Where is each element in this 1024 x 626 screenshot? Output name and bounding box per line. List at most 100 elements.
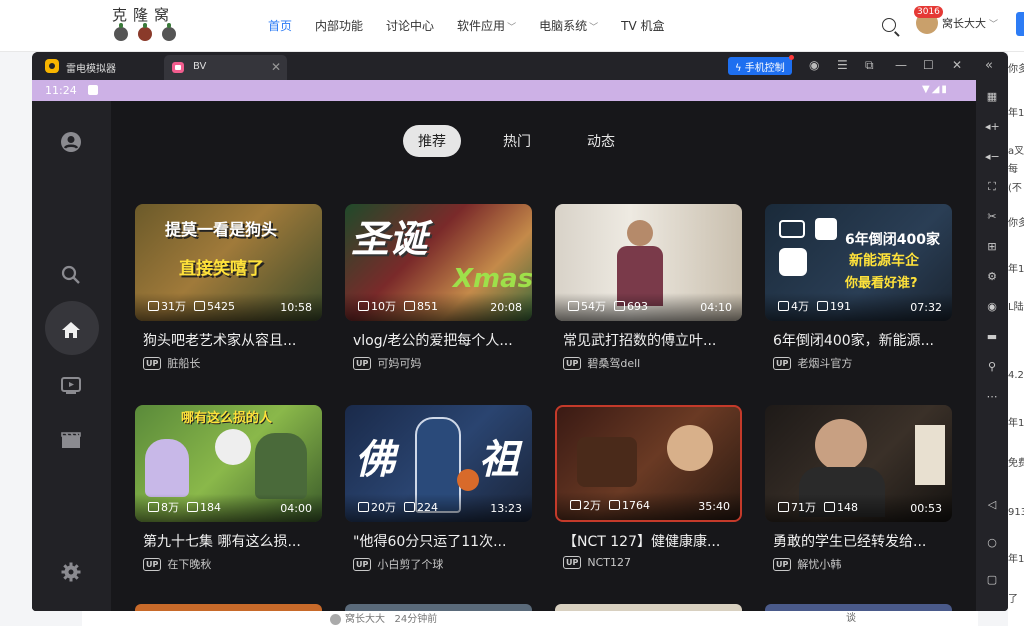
folder-icon[interactable]: ▬ <box>985 330 999 344</box>
uploader-row: UP 碧桑驾dell <box>563 355 640 371</box>
uploader-row: UP 解忧小韩 <box>773 556 841 572</box>
danmaku-icon <box>404 301 415 311</box>
video-duration: 10:58 <box>280 301 312 314</box>
bomb-icon <box>162 23 176 41</box>
video-thumbnail: 71万 148 00:53 <box>765 405 952 522</box>
tab-popular[interactable]: 热门 <box>489 125 545 157</box>
danmaku-icon <box>614 301 625 311</box>
video-duration: 13:23 <box>490 502 522 515</box>
danmaku-icon <box>404 502 415 512</box>
thumbnail-poster <box>915 425 945 485</box>
thumbnail-caption: 新能源车企 <box>849 253 919 269</box>
volume-down-icon[interactable]: ◂− <box>985 150 1000 164</box>
play-count-icon <box>148 301 159 311</box>
view-count: 71万 <box>791 501 816 514</box>
video-card-partial[interactable] <box>135 604 322 611</box>
side-tab[interactable] <box>1016 12 1024 36</box>
profile-icon[interactable] <box>60 131 82 153</box>
thumbnail-scene <box>577 437 637 487</box>
nav-item-internal[interactable]: 内部功能 <box>315 17 363 34</box>
uploader-row: UP 小白剪了个球 <box>353 556 443 572</box>
thumbnail-caption: 提莫一看是狗头 <box>165 220 278 239</box>
car-brand-logo-icon <box>779 220 805 238</box>
record-icon[interactable]: ◉ <box>985 300 999 314</box>
recent-apps-icon[interactable]: ▢ <box>985 573 999 587</box>
account-icon[interactable]: ◉ <box>809 58 819 72</box>
video-card-partial[interactable] <box>765 604 952 611</box>
screen-rotate-icon[interactable]: ⧉ <box>865 58 874 73</box>
car-brand-logo-icon <box>815 218 837 240</box>
home-icon[interactable] <box>60 319 82 341</box>
uploader-name: 脏船长 <box>167 357 201 370</box>
search-icon[interactable] <box>60 264 82 286</box>
logo-text: 克隆窝 <box>112 6 176 24</box>
phone-control-label: 手机控制 <box>744 63 785 74</box>
video-card[interactable]: 圣诞 Xmas 10万 851 20:08 vlog/老公的爱把每个人... UP… <box>345 204 532 379</box>
fragment-text: 4.2 <box>1008 370 1024 381</box>
view-count: 31万 <box>161 300 186 313</box>
video-stats: 71万 148 <box>778 499 858 515</box>
more-icon[interactable]: ⋯ <box>985 390 999 404</box>
search-icon[interactable] <box>882 18 896 32</box>
fragment-text: 每 <box>1008 164 1018 175</box>
site-logo[interactable]: 克隆窝 <box>112 4 192 41</box>
video-title: 狗头吧老艺术家从容且... <box>143 333 297 349</box>
volume-up-icon[interactable]: ◂+ <box>985 120 1000 134</box>
video-thumbnail: 哪有这么损的人 8万 184 04:00 <box>135 405 322 522</box>
status-time: 11:24 <box>45 84 77 97</box>
uploader-row: UP 在下晚秋 <box>143 556 211 572</box>
close-icon[interactable]: ✕ <box>271 60 281 74</box>
fragment-text: 谈 <box>846 613 856 624</box>
thumbnail-person <box>627 220 653 246</box>
keyboard-icon[interactable]: ▦ <box>985 90 999 104</box>
phone-control-button[interactable]: ϟ 手机控制 <box>728 55 794 75</box>
apk-install-icon[interactable]: ⚙ <box>985 270 999 284</box>
tab-recommend[interactable]: 推荐 <box>403 125 461 157</box>
thumbnail-character <box>215 429 251 465</box>
video-card[interactable]: 71万 148 00:53 勇敢的学生已经转发给... UP 解忧小韩 <box>765 405 952 580</box>
menu-icon[interactable]: ☰ <box>837 58 848 72</box>
nav-item-software[interactable]: 软件应用 ﹀ <box>457 17 516 34</box>
video-card-partial[interactable] <box>555 604 742 611</box>
nav-item-tv-box[interactable]: TV 机盒 <box>621 17 664 34</box>
danmaku-count: 693 <box>627 299 648 313</box>
uploader-name: 解忧小韩 <box>797 558 842 571</box>
scissors-icon[interactable]: ✂ <box>985 210 999 224</box>
notification-icon <box>88 85 98 95</box>
nav-item-pc-system[interactable]: 电脑系统 ﹀ <box>539 17 598 34</box>
video-card[interactable]: 2万 1764 35:40 【NCT 127】健健康康... UP NCT127 <box>555 405 742 580</box>
video-card-partial[interactable] <box>345 604 532 611</box>
close-icon[interactable]: ✕ <box>952 58 962 72</box>
home-button-icon[interactable]: ○ <box>985 536 999 550</box>
video-thumbnail: 圣诞 Xmas 10万 851 20:08 <box>345 204 532 321</box>
video-card[interactable]: 提莫一看是狗头 直接笑嘻了 31万 5425 10:58 狗头吧老艺术家从容且..… <box>135 204 322 379</box>
minimize-icon[interactable]: — <box>895 58 907 72</box>
collapse-sidebar-icon[interactable]: « <box>985 58 993 73</box>
user-menu[interactable]: 3016 窝长大大 ﹀ <box>914 6 998 34</box>
nav-item-discussion[interactable]: 讨论中心 <box>386 17 434 34</box>
post-time: 24分钟前 <box>394 614 438 625</box>
back-icon[interactable]: ◁ <box>985 498 999 512</box>
video-duration: 20:08 <box>490 301 522 314</box>
nav-item-home[interactable]: 首页 <box>268 17 292 34</box>
fragment-text: 年1 <box>1008 418 1024 429</box>
video-thumbnail: 提莫一看是狗头 直接笑嘻了 31万 5425 10:58 <box>135 204 322 321</box>
video-icon[interactable] <box>60 374 82 396</box>
thumbnail-person <box>815 419 867 471</box>
up-badge-icon: UP <box>773 557 792 571</box>
video-duration: 07:32 <box>910 301 942 314</box>
chevron-down-icon: ﹀ <box>507 23 517 33</box>
fullscreen-icon[interactable]: ⛶ <box>985 180 999 194</box>
add-app-icon[interactable]: ⊞ <box>985 240 999 254</box>
video-card[interactable]: 54万 693 04:10 常见武打招数的傅立叶... UP 碧桑驾dell <box>555 204 742 379</box>
clapperboard-icon[interactable] <box>60 429 82 451</box>
maximize-icon[interactable]: ☐ <box>923 58 934 72</box>
video-card[interactable]: 佛 祖 20万 224 13:23 "他得60分只运了11次... UP 小白剪了个… <box>345 405 532 580</box>
video-card[interactable]: 哪有这么损的人 8万 184 04:00 第九十七集 哪有这么损... UP 在下晚… <box>135 405 322 580</box>
thumbnail-caption: 直接笑嘻了 <box>179 259 264 279</box>
location-icon[interactable]: ⚲ <box>985 360 999 374</box>
tab-dynamic[interactable]: 动态 <box>573 125 629 157</box>
emulator-tab[interactable]: BV ✕ <box>164 55 287 80</box>
settings-icon[interactable] <box>60 561 82 583</box>
video-card[interactable]: 6年倒闭400家 新能源车企 你最看好谁? 4万 191 07:32 6年倒闭40… <box>765 204 952 379</box>
